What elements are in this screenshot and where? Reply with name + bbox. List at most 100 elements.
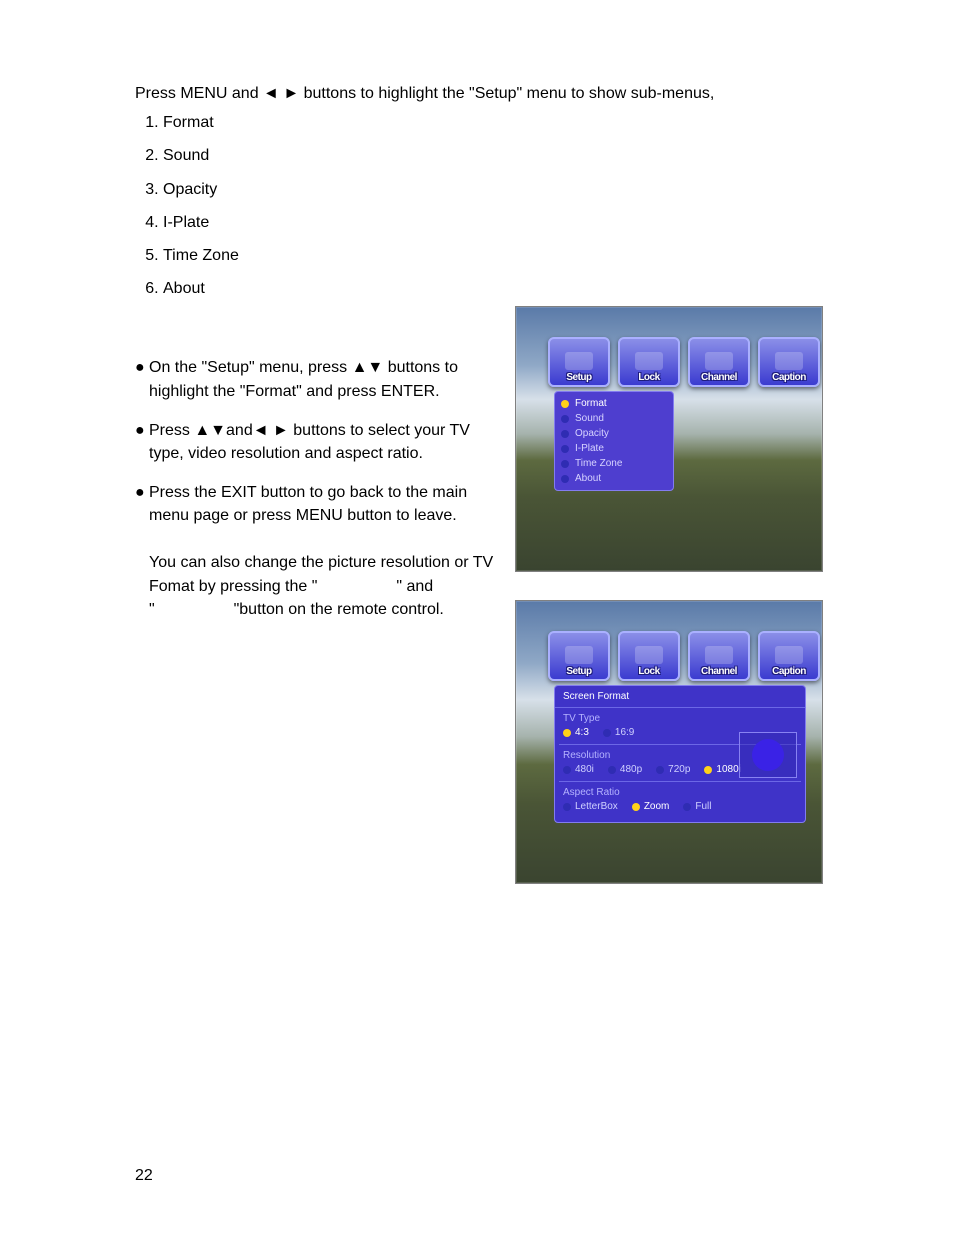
option-label: 480p (620, 764, 642, 775)
radio-dot-icon (656, 766, 664, 774)
setup-icon (565, 352, 593, 370)
lock-icon (635, 352, 663, 370)
caption-icon (775, 352, 803, 370)
group-label-aspect: Aspect Ratio (555, 782, 805, 798)
bullet-text: Press ▲▼and◄ ► buttons to select your TV… (149, 419, 475, 465)
radio-dot-icon (561, 445, 569, 453)
osd-screenshot-screen-format: Setup Lock Channel Caption Screen Format… (515, 600, 823, 884)
osd-tabs: Setup Lock Channel Caption (548, 337, 820, 387)
preview-circle-icon (752, 739, 784, 771)
tab-caption[interactable]: Caption (758, 631, 820, 681)
radio-dot-icon (563, 729, 571, 737)
bullet-icon: ● (135, 356, 149, 402)
option-label: Zoom (644, 801, 670, 812)
option-480p[interactable]: 480p (608, 764, 642, 775)
radio-dot-icon (563, 766, 571, 774)
menu-item-opacity[interactable]: Opacity (559, 426, 669, 441)
list-item: Sound (163, 144, 815, 167)
radio-dot-icon (561, 475, 569, 483)
remote-note: You can also change the picture resoluti… (149, 551, 499, 621)
note-text: " and (396, 578, 433, 595)
tab-lock[interactable]: Lock (618, 631, 680, 681)
menu-item-label: Sound (575, 413, 604, 424)
option-4-3[interactable]: 4:3 (563, 727, 589, 738)
option-label: 4:3 (575, 727, 589, 738)
intro-line: Press MENU and ◄ ► buttons to highlight … (135, 82, 815, 105)
option-label: 720p (668, 764, 690, 775)
tab-label: Lock (638, 372, 659, 383)
radio-dot-icon (608, 766, 616, 774)
list-item: Opacity (163, 178, 815, 201)
menu-item-time-zone[interactable]: Time Zone (559, 456, 669, 471)
bullet-icon: ● (135, 481, 149, 527)
instruction-bullets: ●On the "Setup" menu, press ▲▼ buttons t… (135, 356, 475, 527)
option-1080i[interactable]: 1080i (704, 764, 740, 775)
menu-item-label: Opacity (575, 428, 609, 439)
note-text: "button on the remote control. (234, 601, 444, 618)
tab-label: Caption (772, 372, 806, 383)
caption-icon (775, 646, 803, 664)
panel-title: Screen Format (555, 686, 805, 708)
menu-item-iplate[interactable]: I-Plate (559, 441, 669, 456)
tab-setup[interactable]: Setup (548, 631, 610, 681)
channel-icon (705, 352, 733, 370)
option-label: 16:9 (615, 727, 634, 738)
tab-channel[interactable]: Channel (688, 631, 750, 681)
option-label: Full (695, 801, 711, 812)
option-label: 480i (575, 764, 594, 775)
tab-label: Lock (638, 666, 659, 677)
page-number: 22 (135, 1167, 153, 1185)
menu-item-label: Format (575, 398, 607, 409)
channel-icon (705, 646, 733, 664)
aspect-options: LetterBox Zoom Full (555, 798, 805, 818)
osd-screenshot-setup-menu: Setup Lock Channel Caption Format Sound … (515, 306, 823, 572)
submenu-list: Format Sound Opacity I-Plate Time Zone A… (135, 111, 815, 300)
menu-item-label: Time Zone (575, 458, 622, 469)
lock-icon (635, 646, 663, 664)
list-item: Time Zone (163, 244, 815, 267)
note-text: You can also change the picture resoluti… (149, 554, 493, 571)
option-label: 1080i (716, 764, 740, 775)
menu-item-about[interactable]: About (559, 471, 669, 486)
osd-tabs: Setup Lock Channel Caption (548, 631, 820, 681)
menu-item-format[interactable]: Format (559, 396, 669, 411)
tab-setup[interactable]: Setup (548, 337, 610, 387)
setup-submenu: Format Sound Opacity I-Plate Time Zone A… (554, 391, 674, 491)
menu-item-label: About (575, 473, 601, 484)
list-item: About (163, 277, 815, 300)
radio-dot-icon (561, 460, 569, 468)
setup-icon (565, 646, 593, 664)
tab-label: Caption (772, 666, 806, 677)
option-720p[interactable]: 720p (656, 764, 690, 775)
bullet-icon: ● (135, 419, 149, 465)
note-text: Fomat by pressing the " (149, 578, 317, 595)
tv-type-preview (739, 732, 797, 778)
screen-format-panel: Screen Format TV Type 4:3 16:9 Resolutio… (554, 685, 806, 823)
menu-item-label: I-Plate (575, 443, 604, 454)
list-item: I-Plate (163, 211, 815, 234)
radio-dot-icon (632, 803, 640, 811)
menu-item-sound[interactable]: Sound (559, 411, 669, 426)
radio-dot-icon (561, 400, 569, 408)
tab-channel[interactable]: Channel (688, 337, 750, 387)
tab-label: Channel (701, 666, 737, 677)
manual-page: Press MENU and ◄ ► buttons to highlight … (0, 0, 954, 1235)
option-full[interactable]: Full (683, 801, 711, 812)
tab-label: Setup (566, 372, 591, 383)
option-480i[interactable]: 480i (563, 764, 594, 775)
list-item: Format (163, 111, 815, 134)
bullet-text: On the "Setup" menu, press ▲▼ buttons to… (149, 356, 475, 402)
option-16-9[interactable]: 16:9 (603, 727, 634, 738)
tab-label: Channel (701, 372, 737, 383)
tab-lock[interactable]: Lock (618, 337, 680, 387)
tab-caption[interactable]: Caption (758, 337, 820, 387)
option-letterbox[interactable]: LetterBox (563, 801, 618, 812)
radio-dot-icon (704, 766, 712, 774)
note-text: " (149, 601, 155, 618)
radio-dot-icon (603, 729, 611, 737)
group-label-tv-type: TV Type (555, 708, 805, 724)
radio-dot-icon (683, 803, 691, 811)
radio-dot-icon (561, 415, 569, 423)
option-zoom[interactable]: Zoom (632, 801, 670, 812)
option-label: LetterBox (575, 801, 618, 812)
